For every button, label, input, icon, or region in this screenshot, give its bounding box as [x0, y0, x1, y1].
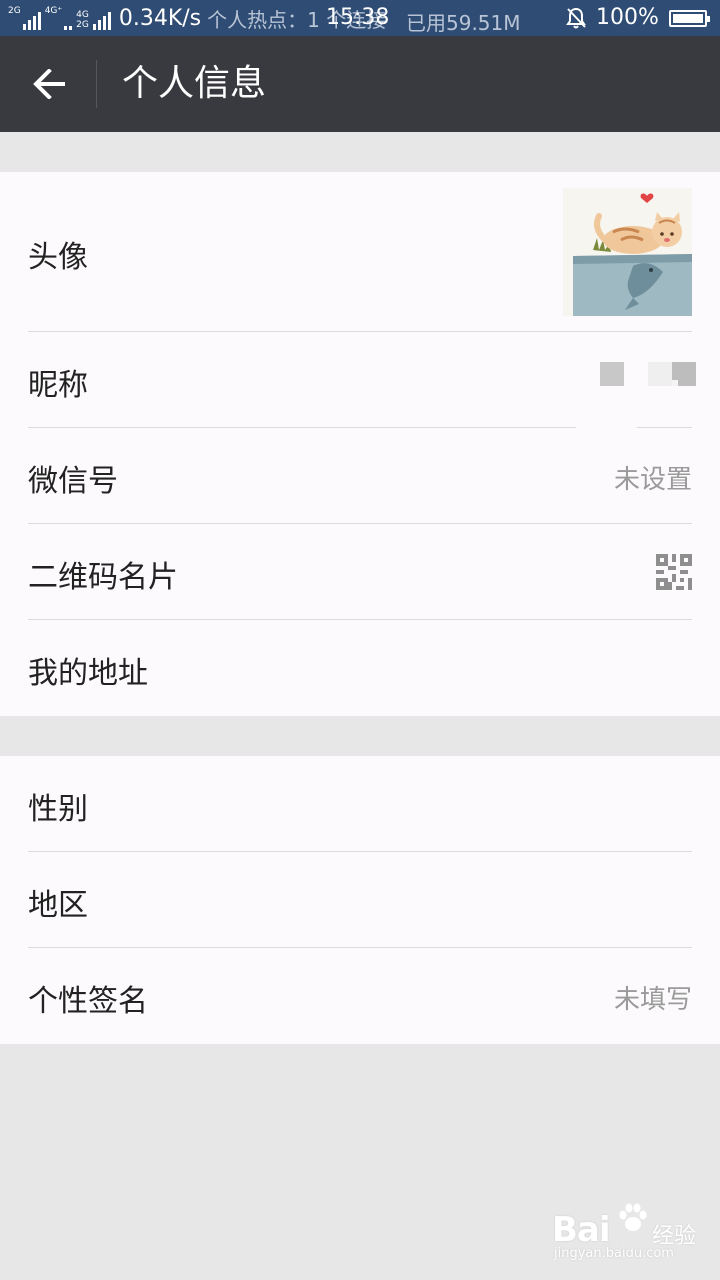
baidu-jingyan-watermark: Bai 经验 jingyan.baidu.com [552, 1200, 702, 1270]
avatar-cat-fish-illustration [563, 188, 692, 316]
status-bar: 2G 4G⁺ 4G 2G 0.34K/s 个人热点：1 个连接 15:38 已用… [0, 0, 720, 36]
qr-card-label: 二维码名片 [28, 560, 178, 595]
signature-value: 未填写 [613, 985, 692, 1015]
network-type-label: 4G⁺ [44, 6, 63, 16]
signal-icon-2: 4G⁺ [44, 6, 73, 30]
avatar-row[interactable]: 头像 [0, 172, 720, 332]
avatar-label: 头像 [28, 240, 88, 275]
nickname-value-pixelated [600, 362, 696, 386]
signature-row[interactable]: 个性签名 未填写 [0, 948, 720, 1044]
network-type-label: 2G [8, 6, 21, 16]
gender-label: 性别 [28, 792, 88, 827]
data-used: 已用59.51M [406, 11, 521, 35]
profile-group-basic: 头像 昵称 微信号 未设置 二维码名片 我的地址 [0, 172, 720, 716]
battery-icon [669, 10, 710, 27]
watermark-logo-text: Bai [552, 1210, 611, 1250]
title-divider [96, 60, 97, 108]
signal-icon: 2G [8, 6, 41, 30]
gender-row[interactable]: 性别 [0, 756, 720, 852]
avatar [563, 188, 692, 316]
screen: 2G 4G⁺ 4G 2G 0.34K/s 个人热点：1 个连接 15:38 已用… [0, 0, 720, 1280]
qr-code-icon [656, 554, 692, 590]
title-bar: 个人信息 [0, 36, 720, 132]
paw-icon [619, 1203, 647, 1231]
address-label: 我的地址 [28, 656, 148, 691]
battery-percent: 100% [596, 5, 659, 30]
region-row[interactable]: 地区 [0, 852, 720, 948]
network-speed: 0.34K/s [118, 5, 202, 31]
network-type-label: 4G [76, 10, 89, 20]
region-label: 地区 [28, 888, 88, 923]
clock: 15:38 [326, 5, 390, 30]
page-title: 个人信息 [122, 63, 267, 104]
back-button[interactable] [22, 60, 78, 108]
watermark-url: jingyan.baidu.com [554, 1246, 674, 1261]
wechat-id-value: 未设置 [613, 465, 692, 495]
nickname-label: 昵称 [28, 368, 88, 403]
bell-muted-icon [566, 7, 586, 29]
arrow-left-icon [33, 69, 65, 99]
signal-icon-3: 4G 2G [76, 6, 111, 30]
signature-label: 个性签名 [28, 984, 148, 1019]
qr-card-row[interactable]: 二维码名片 [0, 524, 720, 620]
network-type-label: 2G [76, 20, 89, 30]
address-row[interactable]: 我的地址 [0, 620, 720, 716]
wechat-id-row[interactable]: 微信号 未设置 [0, 428, 720, 524]
profile-group-more: 性别 地区 个性签名 未填写 [0, 756, 720, 1044]
wechat-id-label: 微信号 [28, 464, 118, 499]
